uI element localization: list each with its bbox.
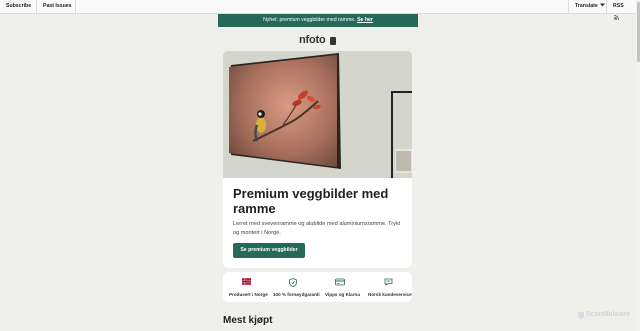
feature-satisfaction-guarantee: 100 % fornøydgaranti [270, 272, 320, 302]
announcement-text: Nyhet: premium veggbilder med ramme. [263, 17, 356, 23]
chevron-down-icon [600, 3, 606, 7]
translate-dropdown[interactable]: Translate [569, 0, 611, 13]
norwegian-flag-icon [242, 278, 251, 285]
watermark-shield-icon [578, 312, 584, 319]
page-scrollbar[interactable] [636, 0, 640, 331]
scrollbar-thumb[interactable] [636, 2, 640, 62]
watermark-text: ScanMalware [586, 311, 631, 318]
logo-mark-icon [330, 37, 336, 45]
feature-label: Vipps og Klarna [325, 292, 360, 297]
divider [75, 0, 76, 13]
feature-label: 100 % fornøydgaranti [273, 292, 320, 297]
past-issues-link[interactable]: Past Issues [37, 0, 78, 13]
rss-icon [614, 15, 619, 20]
premium-wall-art-button[interactable]: Se premium veggbilder [233, 243, 305, 258]
feature-produced-in-norway: Produsert i Norge [223, 272, 270, 302]
rss-label: RSS [613, 3, 624, 9]
feature-customer-service: Norsk kundeservice [364, 272, 412, 302]
top-bar: Subscribe Past Issues Translate RSS [0, 0, 636, 20]
hero-description: Lerret med svevenramme og alubilde med a… [233, 221, 401, 236]
feature-label: Produsert i Norge [229, 292, 268, 297]
hero-image [223, 51, 412, 178]
feature-payment-options: Vipps og Klarna [317, 272, 364, 302]
rss-link[interactable]: RSS [607, 0, 636, 20]
most-bought-heading: Mest kjøpt [223, 315, 273, 326]
translate-label: Translate [575, 3, 598, 9]
features-bar: Produsert i Norge 100 % fornøydgaranti V… [223, 272, 412, 302]
announcement-banner: Nyhet: premium veggbilder med ramme. Se … [218, 14, 418, 27]
credit-card-icon [335, 278, 345, 286]
chat-icon [384, 278, 393, 286]
hero-card: Premium veggbilder med ramme Lerret med … [223, 51, 412, 268]
subscribe-link[interactable]: Subscribe [0, 0, 37, 13]
hero-title: Premium veggbilder med ramme [233, 186, 389, 216]
announcement-link[interactable]: Se her [357, 17, 373, 23]
shield-check-icon [289, 278, 297, 287]
feature-label: Norsk kundeservice [368, 292, 412, 297]
nfoto-logo[interactable]: nfoto [299, 34, 326, 46]
